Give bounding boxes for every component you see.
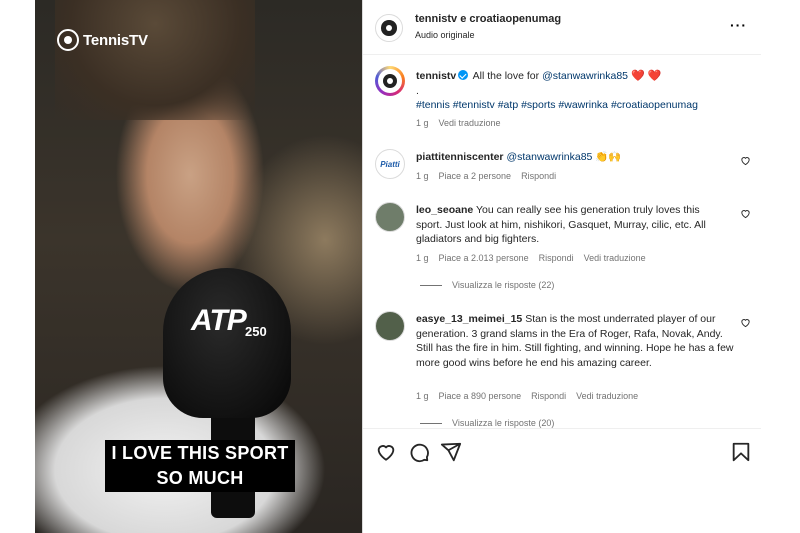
comment-translate-link[interactable]: Vedi traduzione — [584, 253, 646, 263]
atp-250-label: 250 — [245, 324, 267, 339]
caption-body: All the love for — [472, 70, 540, 82]
brand-label: TennisTV — [83, 31, 148, 49]
instagram-post-page: TennisTV ATP 250 I LOVE THIS SPORT SO MU… — [0, 0, 800, 533]
comment-time: 1 g — [416, 391, 429, 401]
comment-meta: 1 g Piace a 890 persone Rispondi Vedi tr… — [416, 391, 638, 401]
caption-translate-link[interactable]: Vedi traduzione — [439, 118, 501, 128]
comment-translate-link[interactable]: Vedi traduzione — [576, 391, 638, 401]
caption-hashtags[interactable]: #tennis #tennistv #atp #sports #wawrinka… — [416, 98, 746, 113]
caption-username[interactable]: tennistv — [416, 70, 456, 82]
comment-avatar-piatti[interactable]: Piatti — [375, 149, 405, 179]
post-video[interactable]: TennisTV ATP 250 I LOVE THIS SPORT SO MU… — [35, 0, 362, 533]
comment-body: @stanwawrinka85 👏🙌 — [506, 151, 622, 163]
caption-line-1: I LOVE THIS SPORT — [111, 443, 289, 463]
post-side-panel: tennistv e croatiaopenumag Audio origina… — [362, 0, 761, 533]
comment-like-heart-icon[interactable] — [740, 208, 751, 219]
comment-meta: 1 g Piace a 2 persone Rispondi — [416, 171, 556, 181]
audio-label[interactable]: Audio originale — [415, 30, 475, 40]
post-header: tennistv e croatiaopenumag Audio origina… — [363, 0, 761, 55]
microphone-head: ATP 250 — [163, 268, 291, 418]
caption-text: tennistv All the love for @stanwawrinka8… — [416, 69, 746, 113]
comment-time: 1 g — [416, 253, 429, 263]
comment-text: piattitenniscenter @stanwawrinka85 👏🙌 — [416, 150, 726, 165]
comment-avatar-leo[interactable] — [375, 202, 405, 232]
caption-time: 1 g — [416, 118, 429, 128]
more-options-button[interactable]: ··· — [730, 17, 747, 33]
caption-hearts: ❤️ ❤️ — [630, 70, 662, 82]
caption-meta: 1 g Vedi traduzione — [416, 118, 501, 128]
comment-text: leo_seoane You can really see his genera… — [416, 203, 726, 247]
header-avatar[interactable] — [375, 14, 403, 42]
caption-avatar[interactable] — [375, 66, 405, 96]
view-replies-label: Visualizza le risposte (22) — [452, 280, 555, 290]
comment-text: easye_13_meimei_15 Stan is the most unde… — [416, 312, 734, 370]
comment-likes[interactable]: Piace a 2 persone — [439, 171, 512, 181]
tennistv-logo-icon — [57, 29, 79, 51]
video-background — [55, 0, 255, 120]
view-replies-button[interactable]: Visualizza le risposte (22) — [420, 280, 554, 290]
comment-avatar-easye[interactable] — [375, 311, 405, 341]
caption-mention[interactable]: @stanwawrinka85 — [542, 70, 628, 82]
caption-line-2: SO MUCH — [156, 468, 244, 488]
tennistv-watermark: TennisTV — [57, 29, 148, 51]
view-replies-label: Visualizza le risposte (20) — [452, 418, 555, 428]
comment-reply-link[interactable]: Rispondi — [531, 391, 566, 401]
comment-like-heart-icon[interactable] — [740, 155, 751, 166]
comment-username[interactable]: leo_seoane — [416, 204, 473, 216]
tennistv-avatar-icon — [381, 20, 397, 36]
piatti-logo-icon: Piatti — [380, 159, 400, 169]
comment-reply-link[interactable]: Rispondi — [521, 171, 556, 181]
comments-scroll-area[interactable]: tennistv All the love for @stanwawrinka8… — [363, 56, 761, 428]
atp-logo: ATP — [191, 304, 247, 337]
bookmark-icon[interactable] — [730, 441, 752, 463]
comment-icon[interactable] — [408, 441, 430, 463]
verified-badge-icon — [458, 70, 469, 80]
tennistv-avatar-icon — [382, 73, 398, 89]
comment-likes[interactable]: Piace a 890 persone — [439, 391, 522, 401]
comment-username[interactable]: piattitenniscenter — [416, 151, 504, 163]
comment-time: 1 g — [416, 171, 429, 181]
post-action-bar — [363, 428, 761, 473]
share-icon[interactable] — [440, 441, 462, 463]
header-account-names[interactable]: tennistv e croatiaopenumag — [415, 13, 561, 25]
comment-reply-link[interactable]: Rispondi — [539, 253, 574, 263]
replies-divider — [420, 422, 442, 424]
video-caption: I LOVE THIS SPORT SO MUCH — [105, 440, 295, 492]
replies-divider — [420, 284, 442, 286]
comment-meta: 1 g Piace a 2.013 persone Rispondi Vedi … — [416, 253, 646, 263]
view-replies-button[interactable]: Visualizza le risposte (20) — [420, 418, 554, 428]
heart-icon[interactable] — [375, 441, 397, 463]
comment-like-heart-icon[interactable] — [740, 317, 751, 328]
comment-username[interactable]: easye_13_meimei_15 — [416, 313, 522, 325]
comment-likes[interactable]: Piace a 2.013 persone — [439, 253, 529, 263]
caption-dot: . — [416, 84, 419, 97]
